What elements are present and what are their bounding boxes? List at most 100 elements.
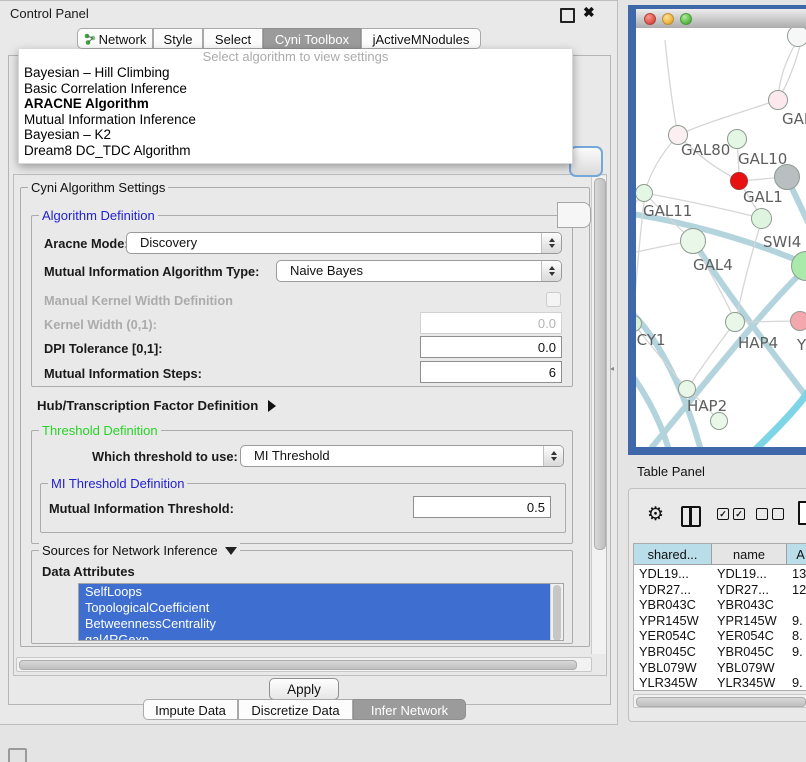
table-row[interactable]: YBR045C YBR045C 9. bbox=[634, 644, 806, 660]
which-threshold-value: MI Threshold bbox=[241, 446, 563, 466]
node-label: Y bbox=[797, 336, 806, 354]
node-unlabeled-top[interactable] bbox=[787, 28, 806, 47]
node-gal4[interactable] bbox=[680, 228, 706, 254]
settings-vscroll-thumb[interactable] bbox=[594, 178, 606, 550]
list-item[interactable]: gal4RGexp bbox=[79, 632, 563, 641]
network-window-titlebar[interactable] bbox=[636, 9, 806, 29]
cyni-algorithm-settings-title: Cyni Algorithm Settings bbox=[28, 180, 168, 195]
node-label: GAL1 bbox=[743, 188, 783, 206]
expander-right-arrow-icon bbox=[268, 400, 276, 412]
screen: Control Panel ✖ Network Style Select Cyn… bbox=[0, 0, 806, 762]
settings-hscroll-thumb[interactable] bbox=[19, 660, 577, 670]
tab-infer-network[interactable]: Infer Network bbox=[353, 699, 466, 720]
table-horizontal-scrollbar[interactable] bbox=[633, 694, 806, 708]
node-label: GCY1 bbox=[636, 331, 666, 349]
node-hap2[interactable] bbox=[678, 380, 696, 398]
hub-expander[interactable]: Hub/Transcription Factor Definition bbox=[37, 398, 276, 413]
table-data-combobox-fragment bbox=[557, 202, 591, 228]
dropdown-item[interactable]: Basic Correlation Inference bbox=[19, 81, 572, 97]
threshold-definition-group: Threshold Definition Which threshold to … bbox=[31, 430, 573, 544]
node-label: GAL11 bbox=[643, 202, 692, 220]
manual-kernel-label: Manual Kernel Width Definition bbox=[44, 293, 233, 308]
checked-checkbox-icon[interactable]: ✓ bbox=[733, 508, 745, 520]
dropdown-item[interactable]: Dream8 DC_TDC Algorithm bbox=[19, 143, 572, 159]
manual-kernel-checkbox[interactable] bbox=[546, 292, 561, 307]
data-attributes-list: SelfLoops TopologicalCoefficient Between… bbox=[78, 583, 564, 641]
node-label: GAL4 bbox=[693, 256, 733, 274]
aracne-mode-combobox[interactable]: Discovery bbox=[126, 232, 562, 254]
data-attributes-label: Data Attributes bbox=[42, 564, 135, 579]
table-row[interactable]: YBL079W YBL079W bbox=[634, 660, 806, 676]
node-label: GAL80 bbox=[681, 141, 730, 159]
table-row[interactable]: YLR345W YLR345W 9. bbox=[634, 675, 806, 691]
kernel-width-input[interactable] bbox=[420, 312, 562, 334]
table-row[interactable]: YDR27... YDR27... 12 bbox=[634, 582, 806, 598]
gear-icon[interactable]: ⚙ bbox=[647, 505, 664, 524]
threshold-definition-title: Threshold Definition bbox=[39, 423, 161, 438]
dpi-tolerance-input[interactable] bbox=[420, 336, 562, 358]
dropdown-item[interactable]: Bayesian – Hill Climbing bbox=[19, 65, 572, 81]
table-panel: ⚙ ✓ ✓ shared... name A YDL19... YDL19...… bbox=[628, 488, 806, 722]
document-icon[interactable] bbox=[798, 501, 806, 525]
dpi-tolerance-label: DPI Tolerance [0,1]: bbox=[44, 341, 163, 356]
node-pink-top-right[interactable] bbox=[768, 90, 788, 110]
network-tab-icon bbox=[84, 30, 96, 42]
tab-jactivemnodules[interactable]: jActiveMNodules bbox=[361, 28, 481, 49]
tab-cyni-toolbox[interactable]: Cyni Toolbox bbox=[263, 28, 361, 49]
tab-select[interactable]: Select bbox=[203, 28, 263, 49]
mi-steps-input[interactable] bbox=[420, 361, 562, 383]
node-hap4[interactable] bbox=[725, 312, 745, 332]
dropdown-item[interactable]: Mutual Information Inference bbox=[19, 112, 572, 128]
node-label: HAP2 bbox=[687, 397, 727, 415]
algorithm-dropdown: Select algorithm to view settings Bayesi… bbox=[18, 49, 573, 164]
settings-horizontal-scrollbar[interactable] bbox=[16, 657, 592, 672]
list-item[interactable]: BetweennessCentrality bbox=[79, 616, 563, 632]
column-header-name[interactable]: name bbox=[712, 544, 787, 565]
zoom-traffic-light[interactable] bbox=[680, 13, 692, 25]
cyni-algorithm-settings-group: Cyni Algorithm Settings Algorithm Defini… bbox=[20, 187, 590, 647]
algorithm-definition-title: Algorithm Definition bbox=[39, 208, 158, 223]
node-salmon-right[interactable] bbox=[790, 311, 806, 331]
list-item[interactable]: SelfLoops bbox=[79, 584, 563, 600]
tab-impute-data[interactable]: Impute Data bbox=[143, 699, 238, 720]
table-row[interactable]: YDL19... YDL19... 13 bbox=[634, 566, 806, 582]
checked-checkbox-icon[interactable]: ✓ bbox=[717, 508, 729, 520]
list-item[interactable]: TopologicalCoefficient bbox=[79, 600, 563, 616]
splitpane-handle-icon[interactable]: ◂ bbox=[610, 364, 614, 373]
apply-button[interactable]: Apply bbox=[269, 678, 339, 700]
close-icon[interactable]: ✖ bbox=[583, 4, 595, 21]
dropdown-item[interactable]: Bayesian – K2 bbox=[19, 127, 572, 143]
mi-type-label: Mutual Information Algorithm Type: bbox=[44, 264, 259, 279]
table-row[interactable]: YPR145W YPR145W 9. bbox=[634, 613, 806, 629]
float-window-icon[interactable] bbox=[560, 8, 575, 23]
expander-down-arrow-icon bbox=[225, 547, 237, 555]
mi-threshold-input[interactable] bbox=[413, 496, 551, 518]
node-green-gal1-below[interactable] bbox=[751, 208, 772, 229]
network-canvas[interactable]: GAL GAL80 GAL10 GAL1 GAL11 GAL4 SWI4 GCY… bbox=[636, 28, 806, 447]
column-header-shared[interactable]: shared... bbox=[634, 544, 712, 565]
tab-style[interactable]: Style bbox=[153, 28, 203, 49]
table-row[interactable]: YBR043C YBR043C bbox=[634, 597, 806, 613]
tab-network[interactable]: Network bbox=[77, 28, 153, 49]
unchecked-checkbox-icon[interactable] bbox=[756, 508, 768, 520]
node-table: shared... name A YDL19... YDL19... 13 YD… bbox=[633, 543, 806, 691]
split-columns-icon[interactable] bbox=[681, 506, 701, 527]
mi-steps-label: Mutual Information Steps: bbox=[44, 366, 202, 381]
column-header-partial[interactable]: A bbox=[787, 544, 806, 565]
mi-type-combobox[interactable]: Naive Bayes bbox=[276, 260, 562, 282]
dropdown-item-selected[interactable]: ARACNE Algorithm bbox=[19, 96, 572, 112]
dropdown-prompt: Select algorithm to view settings bbox=[19, 49, 572, 65]
minimized-panel-icon[interactable] bbox=[8, 748, 27, 762]
minimize-traffic-light[interactable] bbox=[662, 13, 674, 25]
which-threshold-combobox[interactable]: MI Threshold bbox=[240, 445, 564, 467]
settings-vertical-scrollbar[interactable] bbox=[591, 176, 606, 654]
sources-title[interactable]: Sources for Network Inference bbox=[39, 543, 240, 558]
close-traffic-light[interactable] bbox=[644, 13, 656, 25]
unchecked-checkbox-icon[interactable] bbox=[772, 508, 784, 520]
algorithm-combobox-fragment[interactable] bbox=[569, 146, 603, 177]
table-row[interactable]: YER054C YER054C 8. bbox=[634, 628, 806, 644]
tab-discretize-data[interactable]: Discretize Data bbox=[238, 699, 353, 720]
table-hscroll-thumb[interactable] bbox=[636, 697, 806, 707]
list-vertical-scrollbar[interactable] bbox=[550, 584, 563, 640]
which-threshold-label: Which threshold to use: bbox=[92, 449, 238, 464]
